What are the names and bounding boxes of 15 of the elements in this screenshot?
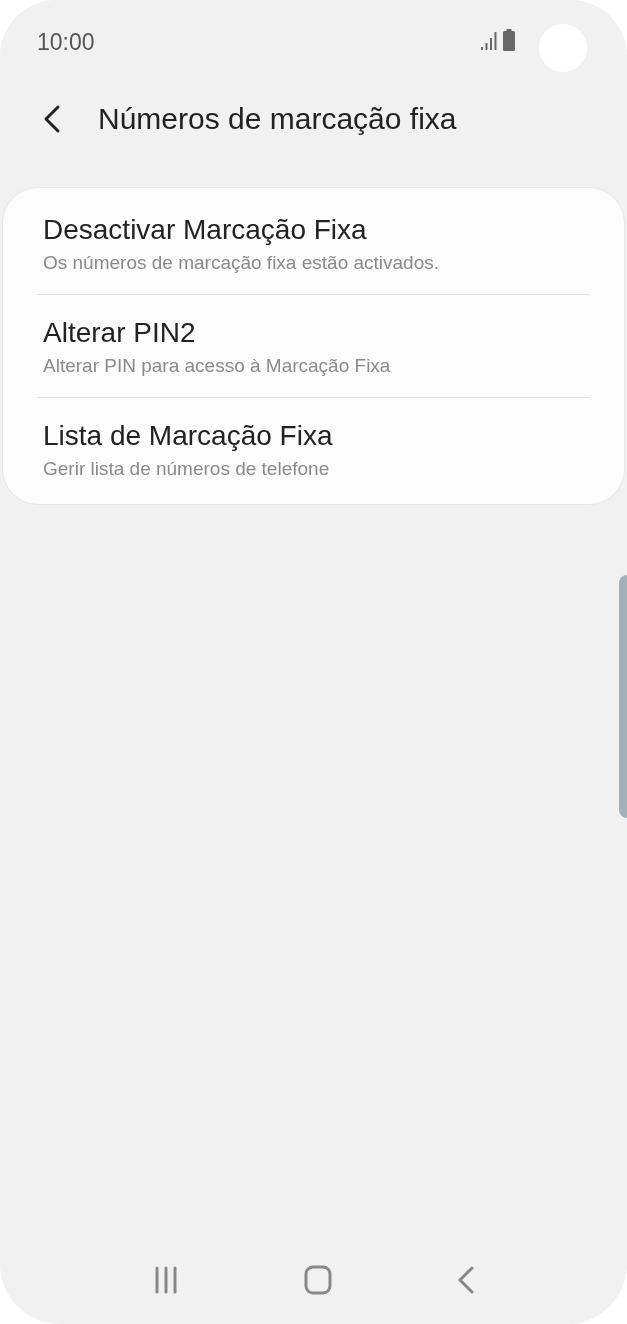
settings-item[interactable]: Lista de Marcação Fixa Gerir lista de números de telefone (3, 398, 624, 500)
item-subtitle: Alterar PIN para acesso à Marcação Fixa (43, 355, 392, 377)
signal-icon (480, 31, 498, 51)
status-time: 10:00 (37, 28, 95, 56)
item-title: Lista de Marcação Fixa (43, 420, 334, 452)
item-subtitle: Os números de marcação fixa estão activados. (43, 252, 441, 274)
battery-icon (503, 29, 515, 51)
item-title: Desactivar Marcação Fixa (43, 214, 368, 246)
home-icon[interactable] (303, 1265, 332, 1295)
item-title: Alterar PIN2 (43, 317, 197, 349)
page-title: Números de marcação fixa (98, 102, 457, 136)
back-icon[interactable] (456, 1266, 475, 1294)
settings-item[interactable]: Alterar PIN2 Alterar PIN para acesso à Marcação Fixa (3, 295, 624, 397)
item-subtitle: Gerir lista de números de telefone (43, 458, 331, 480)
settings-item[interactable]: Desactivar Marcação Fixa Os números de marcação fixa estão activados. (3, 192, 624, 294)
